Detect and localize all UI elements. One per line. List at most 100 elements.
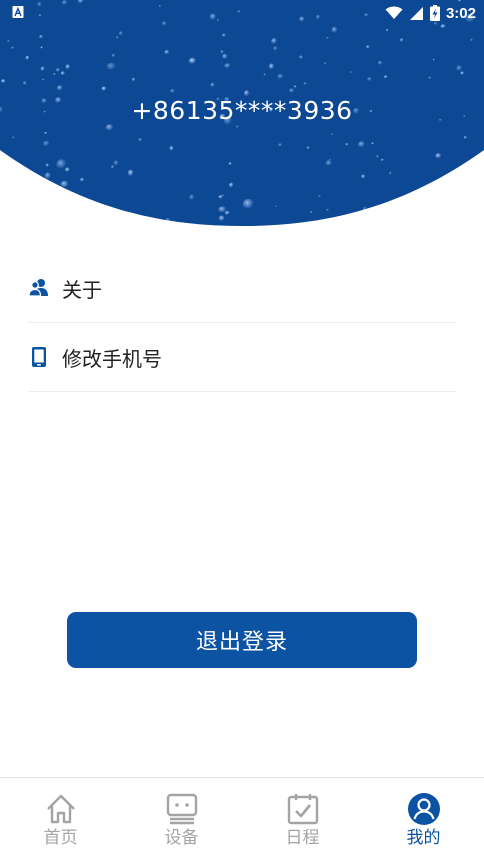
water-drop — [0, 218, 5, 224]
water-drop — [11, 46, 15, 50]
water-drop — [101, 86, 107, 92]
water-drop — [53, 73, 56, 76]
water-drop — [106, 62, 117, 72]
nav-item-devices[interactable]: 设备 — [121, 778, 242, 860]
nav-label: 日程 — [285, 828, 320, 848]
water-drop — [60, 180, 69, 189]
water-drop — [40, 66, 45, 72]
water-drop — [79, 177, 85, 183]
water-drop — [228, 182, 234, 189]
water-drop — [41, 78, 45, 81]
nav-label: 设备 — [164, 828, 199, 848]
menu-item-label: 修改手机号 — [62, 346, 162, 371]
device-icon — [166, 793, 197, 825]
clock: 3:02 — [445, 4, 476, 22]
nav-item-schedule[interactable]: 日程 — [242, 778, 363, 860]
water-drop — [366, 45, 370, 50]
water-drop — [310, 210, 313, 214]
water-drop — [464, 177, 471, 184]
phone-number: +86135****3936 — [131, 96, 353, 125]
water-drop — [303, 82, 307, 86]
water-drop — [113, 160, 119, 167]
water-drop — [137, 137, 143, 143]
water-drop — [111, 53, 116, 58]
bottom-nav: 首页 设备 日程 我的 — [0, 777, 484, 860]
water-drop — [273, 46, 279, 52]
water-drop — [361, 174, 366, 180]
water-drop — [40, 46, 43, 49]
water-drop — [326, 36, 330, 40]
water-drop — [6, 175, 11, 180]
water-drop — [293, 85, 297, 89]
water-drop — [170, 89, 176, 94]
water-drop — [404, 213, 409, 218]
wifi-icon — [385, 6, 403, 19]
water-drop — [56, 85, 64, 92]
water-drop — [377, 60, 383, 66]
water-drop — [118, 31, 124, 36]
water-drop — [325, 160, 333, 167]
water-drop — [236, 125, 239, 128]
water-drop — [43, 140, 50, 147]
water-drop — [0, 79, 6, 84]
water-drop — [274, 205, 277, 208]
water-drop — [357, 141, 366, 149]
water-drop — [224, 63, 232, 69]
water-drop — [64, 167, 71, 173]
water-drop — [47, 196, 51, 199]
water-drop — [271, 38, 278, 45]
water-drop — [318, 195, 322, 198]
water-drop — [60, 71, 66, 76]
phone-icon — [28, 346, 50, 368]
calendar-check-icon — [287, 794, 318, 825]
water-drop — [242, 198, 255, 211]
water-drop — [367, 77, 373, 82]
water-drop — [345, 143, 349, 146]
water-drop — [218, 215, 226, 222]
notification-icon — [12, 6, 24, 18]
water-drop — [220, 50, 224, 54]
water-drop — [44, 172, 52, 180]
water-drop — [376, 155, 380, 158]
water-drop — [362, 206, 367, 211]
water-drop — [228, 162, 232, 166]
nav-item-home[interactable]: 首页 — [0, 778, 121, 860]
water-drop — [169, 145, 175, 152]
water-drop — [110, 165, 115, 169]
logout-button[interactable]: 退出登录 — [67, 612, 417, 668]
menu-item-change-phone[interactable]: 修改手机号 — [28, 323, 456, 392]
water-drop — [210, 82, 215, 88]
water-drop — [470, 38, 474, 42]
water-drop — [277, 73, 284, 80]
water-drop — [221, 194, 225, 197]
water-drop — [288, 88, 295, 94]
water-drop — [44, 131, 48, 135]
water-drop — [331, 133, 334, 136]
water-drop — [432, 58, 435, 61]
water-drop — [39, 34, 44, 40]
water-drop — [218, 206, 227, 214]
water-drop — [278, 143, 283, 147]
water-drop — [2, 168, 7, 173]
water-drop — [388, 171, 393, 176]
water-drop — [263, 73, 267, 76]
water-drop — [378, 204, 384, 210]
water-drop — [385, 28, 389, 32]
water-drop — [323, 62, 327, 65]
settings-menu: 关于 修改手机号 — [28, 254, 456, 392]
water-drop — [127, 169, 134, 177]
water-drop — [45, 163, 50, 168]
water-drop — [349, 71, 352, 74]
nav-item-mine[interactable]: 我的 — [363, 778, 484, 860]
water-drop — [383, 75, 388, 79]
water-drop — [55, 200, 61, 207]
water-drop — [221, 33, 227, 38]
water-drop — [55, 68, 61, 73]
water-drop — [268, 63, 275, 71]
water-drop — [56, 159, 67, 170]
water-drop — [65, 64, 71, 70]
water-drop — [131, 77, 136, 82]
water-drop — [36, 207, 41, 211]
water-drop — [35, 196, 41, 201]
menu-item-about[interactable]: 关于 — [28, 254, 456, 323]
